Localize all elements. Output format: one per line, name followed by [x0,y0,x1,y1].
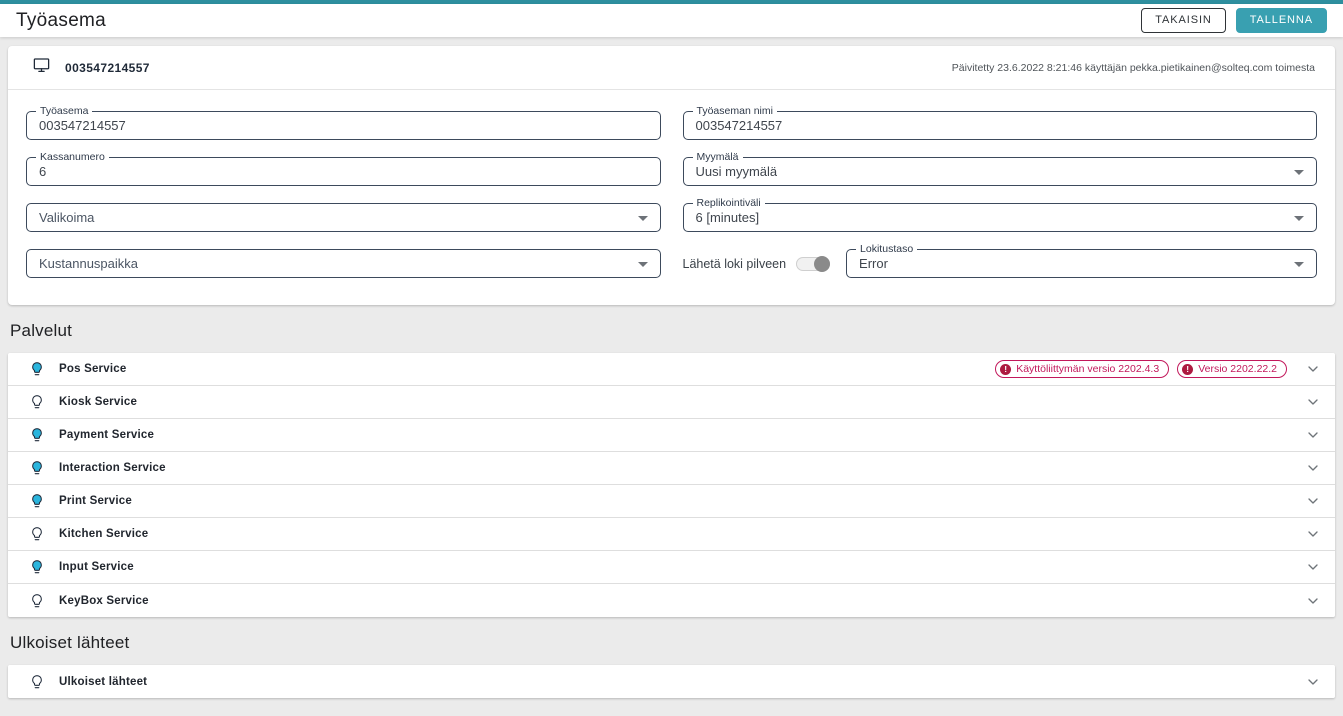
service-label: KeyBox Service [59,594,149,607]
badge-text: Versio 2202.22.2 [1198,363,1277,375]
service-row-keybox[interactable]: KeyBox Service [8,584,1335,617]
external-sources-row[interactable]: Ulkoiset lähteet [8,665,1335,698]
device-id: 003547214557 [65,60,150,75]
kassanumero-label: Kassanumero [36,151,109,163]
send-log-toggle[interactable] [796,255,831,273]
service-label: Kitchen Service [59,528,149,540]
lokitustaso-select[interactable]: Lokitustaso Error [846,243,1317,278]
header-actions: TAKAISIN TALLENNA [1141,8,1327,33]
dropdown-arrow-icon [637,216,648,221]
badge-text: Käyttöliittymän versio 2202.4.3 [1016,363,1160,375]
service-row-kitchen[interactable]: Kitchen Service [8,518,1335,551]
lightbulb-icon [29,492,45,510]
chevron-down-icon [1305,559,1321,575]
lightbulb-icon [29,673,45,691]
tyoasema-field[interactable]: Työasema 003547214557 [26,105,661,140]
lokitustaso-label: Lokitustaso [856,243,918,255]
page-content: 003547214557 Päivitetty 23.6.2022 8:21:4… [0,37,1343,698]
service-label: Kiosk Service [59,396,138,408]
chevron-down-icon [1305,394,1321,410]
device-header-row: 003547214557 Päivitetty 23.6.2022 8:21:4… [8,46,1335,90]
lightbulb-icon [29,426,45,444]
chevron-down-icon [1305,361,1321,377]
service-row-interaction[interactable]: Interaction Service [8,452,1335,485]
myymala-select[interactable]: Myymälä Uusi myymälä [682,151,1317,186]
service-label: Ulkoiset lähteet [59,675,148,688]
lokitustaso-value: Error [859,256,888,271]
back-button[interactable]: TAKAISIN [1141,8,1226,33]
service-row-print[interactable]: Print Service [8,485,1335,518]
app-header: Työasema TAKAISIN TALLENNA [0,4,1343,37]
tyoaseman-nimi-field[interactable]: Työaseman nimi 003547214557 [682,105,1317,140]
lightbulb-icon [29,393,45,411]
lightbulb-icon [29,558,45,576]
chevron-down-icon [1305,427,1321,443]
send-log-label: Lähetä loki pilveen [682,256,787,271]
myymala-label: Myymälä [692,151,743,163]
kassanumero-field[interactable]: Kassanumero 6 [26,151,661,186]
kustannuspaikka-placeholder: Kustannuspaikka [39,256,139,271]
chevron-down-icon [1305,460,1321,476]
tyoaseman-nimi-label: Työaseman nimi [692,105,777,117]
service-label: Interaction Service [59,462,166,474]
dropdown-arrow-icon [1294,262,1304,267]
kassanumero-value: 6 [39,164,47,179]
dropdown-arrow-icon [1294,170,1304,175]
tyoasema-value: 003547214557 [39,118,126,133]
valikoima-placeholder: Valikoima [39,210,95,225]
tyoasema-label: Työasema [36,105,93,117]
replikointivali-value: 6 [minutes] [695,210,760,225]
services-list: Pos Service ! Käyttöliittymän versio 220… [8,353,1335,617]
chevron-down-icon [1305,493,1321,509]
chevron-down-icon [1305,593,1321,609]
log-settings-cell: Lähetä loki pilveen Lokitustaso Error [682,243,1317,278]
lightbulb-icon [29,592,45,610]
tyoaseman-nimi-value: 003547214557 [695,118,783,133]
external-sources-heading: Ulkoiset lähteet [10,633,130,652]
service-label: Input Service [59,561,134,573]
save-button[interactable]: TALLENNA [1235,8,1327,33]
service-row-payment[interactable]: Payment Service [8,419,1335,452]
dropdown-arrow-icon [1294,216,1304,221]
error-icon: ! [1182,363,1194,375]
lightbulb-icon [29,360,45,378]
toggle-thumb [814,255,831,272]
valikoima-select[interactable]: Valikoima [26,203,661,232]
service-label: Pos Service [59,363,127,375]
myymala-value: Uusi myymälä [695,164,778,179]
services-heading: Palvelut [10,321,73,340]
replikointivali-label: Replikointiväli [692,197,765,209]
updated-info: Päivitetty 23.6.2022 8:21:46 käyttäjän p… [951,61,1315,74]
replikointivali-select[interactable]: Replikointiväli 6 [minutes] [682,197,1317,232]
kustannuspaikka-select[interactable]: Kustannuspaikka [26,249,661,278]
ui-version-badge: ! Käyttöliittymän versio 2202.4.3 [995,360,1170,378]
version-badge: ! Versio 2202.22.2 [1177,360,1287,378]
service-row-pos[interactable]: Pos Service ! Käyttöliittymän versio 220… [8,353,1335,386]
service-label: Payment Service [59,429,155,441]
chevron-down-icon [1305,526,1321,542]
page-title: Työasema [16,9,107,31]
workstation-form: Työasema 003547214557 Työaseman nimi 003… [8,90,1335,305]
chevron-down-icon [1305,674,1321,690]
error-icon: ! [1000,363,1012,375]
dropdown-arrow-icon [637,262,648,267]
external-sources-list: Ulkoiset lähteet [8,665,1335,698]
workstation-card: 003547214557 Päivitetty 23.6.2022 8:21:4… [8,46,1335,305]
service-row-input[interactable]: Input Service [8,551,1335,584]
lightbulb-icon [29,459,45,477]
service-row-kiosk[interactable]: Kiosk Service [8,386,1335,419]
service-label: Print Service [59,495,132,507]
monitor-icon [32,56,51,79]
lightbulb-icon [29,525,45,543]
